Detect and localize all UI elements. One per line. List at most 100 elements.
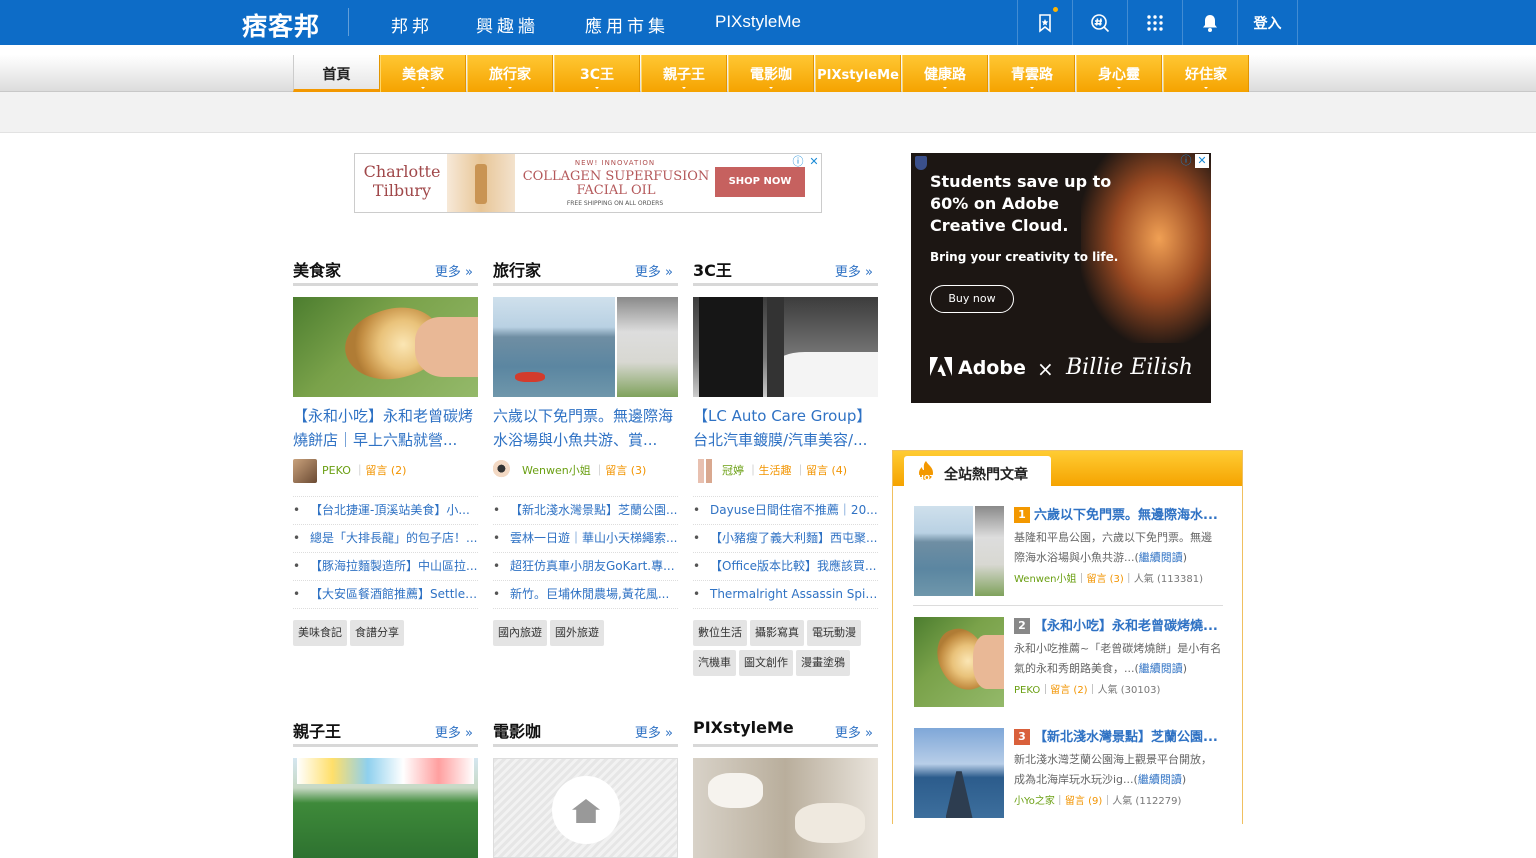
author-name[interactable]: PEKO xyxy=(1014,685,1040,696)
top-nav-interest-wall[interactable]: 興趣牆 xyxy=(476,12,539,37)
bookmark-button[interactable] xyxy=(1017,0,1072,45)
notifications-button[interactable] xyxy=(1182,0,1237,45)
section-more-link[interactable]: 更多 » xyxy=(635,261,673,280)
section-more-link[interactable]: 更多 » xyxy=(635,722,673,741)
ad-close-icon[interactable]: ✕ xyxy=(807,155,821,169)
ad-close-icon[interactable]: ✕ xyxy=(1195,154,1209,168)
hot-article-title[interactable]: 【新北淺水灣景點】芝蘭公園... xyxy=(1034,730,1218,745)
section-more-link[interactable]: 更多 » xyxy=(835,722,873,741)
hot-article-thumbnail[interactable] xyxy=(914,728,1004,818)
ad-headline-1: COLLAGEN SUPERFUSION xyxy=(522,169,710,184)
category-tab-home-living[interactable]: 好住家 xyxy=(1163,55,1249,92)
category-tab-home[interactable]: 首頁 xyxy=(293,55,380,92)
apps-button[interactable] xyxy=(1127,0,1182,45)
hot-article-title[interactable]: 【永和小吃】永和老曾碳烤燒... xyxy=(1034,619,1218,634)
comment-count[interactable]: 留言 (3) xyxy=(1086,574,1123,585)
tag[interactable]: 圖文創作 xyxy=(739,650,793,676)
hot-article-title[interactable]: 六歲以下免門票。無邊際海水... xyxy=(1034,508,1218,523)
article-headline[interactable]: 【永和小吃】永和老曾碳烤燒餅店｜早上六點就營... xyxy=(293,404,478,452)
hashtag-search-button[interactable] xyxy=(1072,0,1127,45)
login-button[interactable]: 登入 xyxy=(1237,0,1298,45)
tag[interactable]: 汽機車 xyxy=(693,650,736,676)
list-item[interactable]: 【Office版本比較】我應該買... xyxy=(693,553,878,581)
article-headline[interactable]: 六歲以下免門票。無邊際海水浴場與小魚共游、賞... xyxy=(493,404,678,452)
top-nav-app-market[interactable]: 應用市集 xyxy=(585,12,669,37)
site-logo[interactable]: 痞客邦 xyxy=(242,7,320,43)
tag[interactable]: 電玩動漫 xyxy=(807,620,861,646)
comment-count[interactable]: 留言 (4) xyxy=(806,464,847,477)
tag[interactable]: 國外旅遊 xyxy=(550,620,604,646)
list-item[interactable]: Dayuse日間住宿不推薦｜20... xyxy=(693,497,878,525)
article-thumbnail[interactable] xyxy=(693,758,878,858)
author-name[interactable]: Wenwen小姐 xyxy=(522,464,591,477)
banner-ad[interactable]: Charlotte Tilbury NEW! INNOVATION COLLAG… xyxy=(354,153,822,213)
article-thumbnail[interactable] xyxy=(493,758,678,858)
adchoices-icon[interactable]: ⓘ xyxy=(791,155,805,169)
comment-count[interactable]: 留言 (3) xyxy=(605,464,646,477)
top-nav-pixstyleme[interactable]: PIXstyleMe xyxy=(715,12,801,32)
tag-list: 美味食記 食譜分享 xyxy=(293,620,478,650)
article-thumbnail[interactable] xyxy=(693,297,878,397)
list-item[interactable]: 【小豬瘦了義大利麵】西屯聚... xyxy=(693,525,878,553)
channel-name[interactable]: 生活趣 xyxy=(759,464,792,477)
avatar[interactable] xyxy=(493,459,517,483)
author-name[interactable]: 冠婷 xyxy=(722,464,744,477)
list-item[interactable]: 【台北捷運-頂溪站美食】小... xyxy=(293,497,478,525)
category-tab-career[interactable]: 青雲路 xyxy=(989,55,1075,92)
list-item[interactable]: 【新北淺水灣景點】芝蘭公園... xyxy=(493,497,678,525)
section-header: 旅行家 更多 » xyxy=(493,253,678,286)
hot-article-thumbnail[interactable] xyxy=(914,617,1004,707)
chevron-down-icon xyxy=(682,87,686,89)
article-headline[interactable]: 【LC Auto Care Group】台北汽車鍍膜/汽車美容/... xyxy=(693,404,878,452)
chevron-down-icon xyxy=(769,87,773,89)
comment-count[interactable]: 留言 (2) xyxy=(365,464,406,477)
avatar[interactable] xyxy=(293,459,317,483)
article-thumbnail[interactable] xyxy=(293,758,478,858)
section-more-link[interactable]: 更多 » xyxy=(435,261,473,280)
side-ad[interactable]: Students save up to 60% on Adobe Creativ… xyxy=(911,153,1211,403)
ad-shop-now-button[interactable]: SHOP NOW xyxy=(715,167,805,197)
category-tab-mind[interactable]: 身心靈 xyxy=(1076,55,1162,92)
section-more-link[interactable]: 更多 » xyxy=(835,261,873,280)
tag[interactable]: 國內旅遊 xyxy=(493,620,547,646)
category-tab-travel[interactable]: 旅行家 xyxy=(467,55,553,92)
section-more-link[interactable]: 更多 » xyxy=(435,722,473,741)
category-tab-food[interactable]: 美食家 xyxy=(380,55,466,92)
list-item[interactable]: 【豚海拉麵製造所】中山區拉... xyxy=(293,553,478,581)
list-item[interactable]: 新竹。巨埔休閒農場,黃花風... xyxy=(493,581,678,609)
category-tab-movies[interactable]: 電影咖 xyxy=(728,55,814,92)
list-item[interactable]: Thermalright Assassin Spirit ... xyxy=(693,581,878,609)
ad-buy-now-button[interactable]: Buy now xyxy=(930,285,1014,313)
read-more-link[interactable]: 繼續閱讀 xyxy=(1139,662,1183,675)
read-more-link[interactable]: 繼續閱讀 xyxy=(1139,551,1183,564)
category-tab-3c[interactable]: 3C王 xyxy=(554,55,640,92)
article-meta: Wenwen小姐 ｜留言 (3) xyxy=(493,458,678,484)
top-nav-bangbang[interactable]: 邦邦 xyxy=(391,12,433,37)
category-tab-pixstyleme[interactable]: PIXstyleMe xyxy=(815,55,901,92)
hot-article-thumbnail[interactable] xyxy=(914,506,1004,596)
author-name[interactable]: 小Yo之家 xyxy=(1014,796,1055,807)
hot-articles-title: 全站熱門文章 xyxy=(944,467,1028,483)
category-tab-parenting[interactable]: 親子王 xyxy=(641,55,727,92)
tag[interactable]: 漫畫塗鴉 xyxy=(796,650,850,676)
tag[interactable]: 攝影寫真 xyxy=(750,620,804,646)
tag[interactable]: 美味食記 xyxy=(293,620,347,646)
author-name[interactable]: Wenwen小姐 xyxy=(1014,574,1076,585)
apps-grid-icon xyxy=(1147,14,1163,31)
tag[interactable]: 數位生活 xyxy=(693,620,747,646)
read-more-link[interactable]: 繼續閱讀 xyxy=(1138,773,1182,786)
list-item[interactable]: 【大安區餐酒館推薦】Settle ... xyxy=(293,581,478,609)
avatar[interactable] xyxy=(693,459,717,483)
adchoices-icon[interactable]: ⓘ xyxy=(1179,154,1193,168)
article-thumbnail[interactable] xyxy=(293,297,478,397)
tag[interactable]: 食譜分享 xyxy=(350,620,404,646)
author-name[interactable]: PEKO xyxy=(322,464,351,477)
ad-brand-logo: Charlotte Tilbury xyxy=(363,162,441,200)
comment-count[interactable]: 留言 (9) xyxy=(1065,796,1102,807)
list-item[interactable]: 雲林一日遊｜華山小天梯繩索... xyxy=(493,525,678,553)
article-thumbnail[interactable] xyxy=(493,297,678,397)
list-item[interactable]: 超狂仿真車小朋友GoKart.專... xyxy=(493,553,678,581)
category-tab-health[interactable]: 健康路 xyxy=(902,55,988,92)
comment-count[interactable]: 留言 (2) xyxy=(1050,685,1087,696)
list-item[interactable]: 總是「大排長龍」的包子店！... xyxy=(293,525,478,553)
